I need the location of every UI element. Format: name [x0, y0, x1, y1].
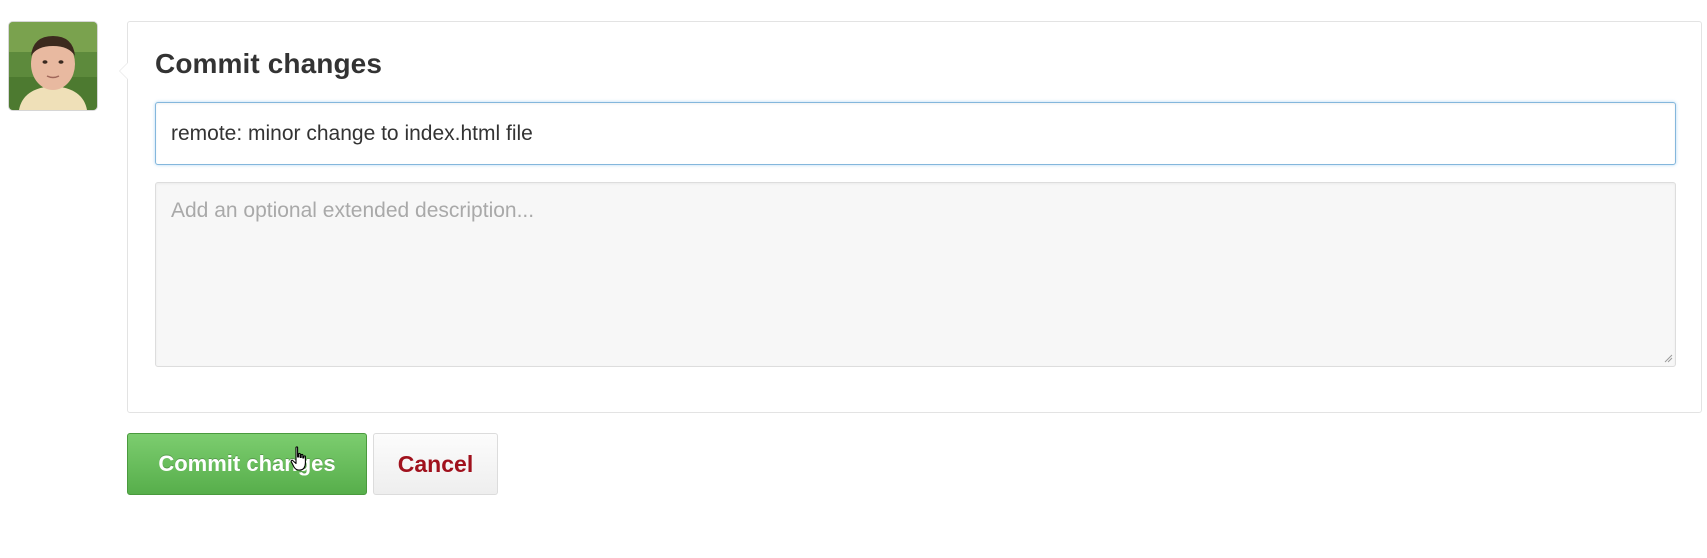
- resize-grip-icon[interactable]: [1663, 353, 1673, 363]
- cancel-button[interactable]: Cancel: [373, 433, 498, 495]
- commit-form-title: Commit changes: [155, 48, 382, 79]
- commit-changes-button[interactable]: Commit changes: [127, 433, 367, 495]
- avatar[interactable]: [9, 22, 97, 110]
- commit-description-textarea[interactable]: [155, 182, 1676, 367]
- commit-form-card: Commit changes: [119, 21, 1702, 413]
- commit-summary-input[interactable]: [155, 102, 1676, 165]
- user-avatar-icon: [9, 22, 97, 110]
- commit-changes-page: Commit changes Commit changes Cancel: [0, 0, 1707, 558]
- card-arrow-inner: [120, 63, 128, 79]
